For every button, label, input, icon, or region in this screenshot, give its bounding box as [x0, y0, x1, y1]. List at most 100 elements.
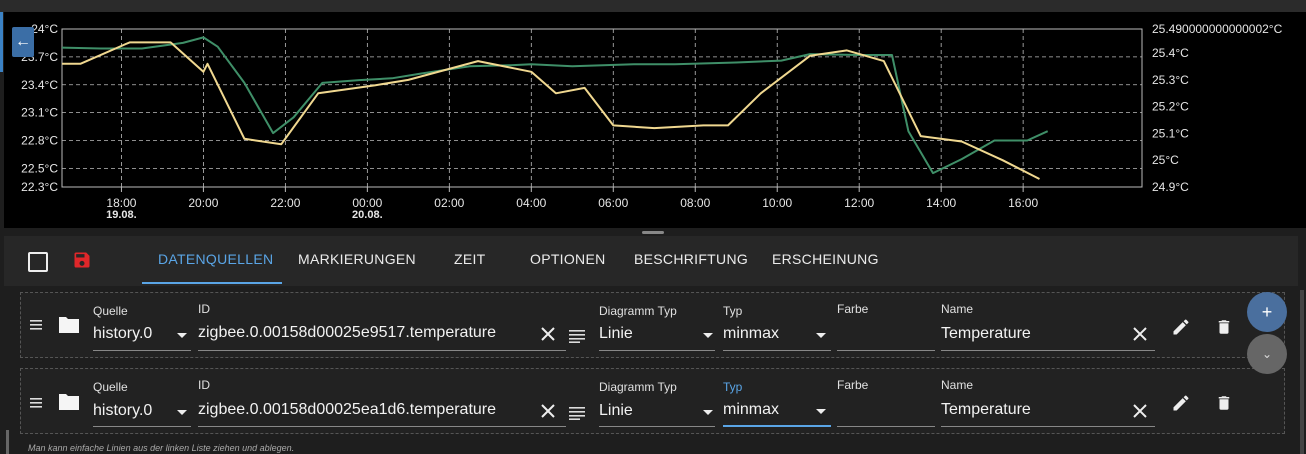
edit-icon[interactable]	[1171, 393, 1191, 413]
y-left-tick-label: 22.3°C	[21, 180, 58, 194]
id-underline	[198, 426, 566, 427]
typ-underline	[723, 350, 831, 351]
name-label: Name	[941, 302, 974, 316]
tab-zeit[interactable]: ZEIT	[454, 251, 486, 267]
delete-icon[interactable]	[1215, 317, 1233, 337]
diagramm-typ-underline	[599, 350, 715, 351]
x-tick-label: 14:00	[926, 196, 956, 210]
y-left-tick-label: 23.4°C	[21, 78, 58, 92]
typ-select[interactable]: minmax	[723, 325, 779, 343]
chevron-down-icon[interactable]	[816, 409, 826, 414]
series-line-1	[61, 36, 1049, 175]
name-underline	[941, 350, 1155, 351]
diagramm-typ-underline	[599, 426, 715, 427]
folder-icon[interactable]	[56, 392, 82, 412]
quelle-select[interactable]: history.0	[93, 325, 152, 343]
farbe-underline	[837, 426, 935, 427]
folder-icon[interactable]	[56, 315, 82, 335]
x-tick-label: 04:00	[516, 196, 546, 210]
y-right-tick-label: 25.2°C	[1152, 100, 1189, 114]
x-tick-label: 12:00	[844, 196, 874, 210]
delete-icon[interactable]	[1215, 393, 1233, 413]
x-tick-label: 18:00	[106, 196, 136, 210]
quelle-underline	[93, 350, 191, 351]
drag-hint: Man kann einfache Linien aus der linken …	[28, 443, 295, 453]
typ-label: Typ	[723, 380, 743, 394]
x-date-label: 19.08.	[106, 209, 137, 221]
x-tick-label: 10:00	[762, 196, 792, 210]
tab-markierungen[interactable]: MARKIERUNGEN	[298, 251, 416, 267]
typ-select[interactable]: minmax	[723, 401, 779, 419]
typ-underline-focused	[723, 425, 831, 427]
diagramm-typ-label: Diagramm Typ	[599, 304, 677, 318]
id-label: ID	[198, 302, 210, 316]
diagramm-typ-select[interactable]: Linie	[599, 402, 633, 420]
x-tick-label: 20:00	[188, 196, 218, 210]
tab-optionen[interactable]: OPTIONEN	[530, 251, 606, 267]
clear-icon[interactable]	[541, 404, 555, 418]
tab-beschriftung[interactable]: BESCHRIFTUNG	[634, 251, 748, 267]
quelle-select[interactable]: history.0	[93, 402, 152, 420]
quelle-label: Quelle	[93, 304, 128, 318]
save-icon[interactable]	[72, 250, 92, 270]
y-left-tick-label: 23.1°C	[21, 106, 58, 120]
chevron-down-icon[interactable]	[703, 410, 713, 415]
quelle-label: Quelle	[93, 380, 128, 394]
list-icon[interactable]	[569, 329, 585, 343]
active-tab-indicator	[142, 282, 282, 284]
x-tick-label: 08:00	[680, 196, 710, 210]
y-left-tick-label: 22.8°C	[21, 134, 58, 148]
list-icon[interactable]	[569, 406, 585, 420]
drag-handle-icon[interactable]	[29, 397, 43, 409]
name-underline	[941, 426, 1155, 427]
chevron-down-icon[interactable]	[177, 333, 187, 338]
datasource-row: Quelle history.0 ID zigbee.0.00158d00025…	[20, 368, 1285, 434]
scrollbar[interactable]	[1300, 290, 1304, 454]
plot-frame	[61, 28, 1143, 188]
id-input[interactable]: zigbee.0.00158d00025e9517.temperature	[198, 324, 496, 342]
clear-icon[interactable]	[1133, 404, 1147, 418]
edit-icon[interactable]	[1171, 317, 1191, 337]
x-tick-label: 16:00	[1008, 196, 1038, 210]
chevron-down-icon[interactable]	[703, 333, 713, 338]
diagramm-typ-label: Diagramm Typ	[599, 380, 677, 394]
farbe-underline	[837, 350, 935, 351]
typ-label: Typ	[723, 304, 743, 318]
x-date-label: 20.08.	[352, 209, 383, 221]
chevron-down-icon[interactable]	[816, 333, 826, 338]
farbe-label: Farbe	[837, 378, 869, 392]
drag-handle-icon[interactable]	[29, 319, 43, 331]
tab-bar: DATENQUELLEN MARKIERUNGEN ZEIT OPTIONEN …	[4, 236, 1298, 286]
id-underline	[198, 350, 566, 351]
id-input[interactable]: zigbee.0.00158d00025ea1d6.temperature	[198, 401, 496, 419]
left-edge-strip	[0, 12, 3, 72]
add-icon[interactable]: +	[1247, 292, 1287, 332]
y-left-tick-label: 22.5°C	[21, 161, 58, 175]
clear-icon[interactable]	[1133, 327, 1147, 341]
splitter-grip[interactable]	[642, 231, 664, 234]
y-right-tick-label: 25.4°C	[1152, 46, 1189, 60]
clear-icon[interactable]	[541, 327, 555, 341]
temperature-chart: 22.3°C22.5°C22.8°C23.1°C23.4°C23.7°C24°C…	[21, 22, 1283, 221]
name-input[interactable]: Temperature	[941, 401, 1031, 419]
left-scrollbar[interactable]	[6, 430, 9, 454]
name-label: Name	[941, 378, 974, 392]
y-right-tick-label: 25.1°C	[1152, 126, 1189, 140]
y-right-tick-label: 25.490000000000002°C	[1152, 22, 1283, 36]
top-bar	[0, 0, 1306, 12]
y-right-tick-label: 25°C	[1152, 153, 1179, 167]
chevron-down-icon[interactable]	[177, 410, 187, 415]
diagramm-typ-select[interactable]: Linie	[599, 325, 633, 343]
select-all-checkbox[interactable]	[28, 252, 48, 272]
arrow-left-icon[interactable]: ←	[12, 27, 34, 57]
chart-area: 22.3°C 22.5°C 22.8°C 23.1°C 23.4°C 23.7°C 24°C…	[4, 12, 1306, 228]
name-input[interactable]: Temperature	[941, 325, 1031, 343]
x-tick-label: 00:00	[352, 196, 382, 210]
x-tick-label: 22:00	[270, 196, 300, 210]
tab-erscheinung[interactable]: ERSCHEINUNG	[772, 251, 879, 267]
tab-datenquellen[interactable]: DATENQUELLEN	[158, 251, 273, 267]
expand-icon[interactable]: ⌄	[1247, 334, 1287, 374]
y-right-tick-label: 25.3°C	[1152, 73, 1189, 87]
datasource-row: Quelle history.0 ID zigbee.0.00158d00025…	[20, 292, 1285, 358]
quelle-underline	[93, 426, 191, 427]
